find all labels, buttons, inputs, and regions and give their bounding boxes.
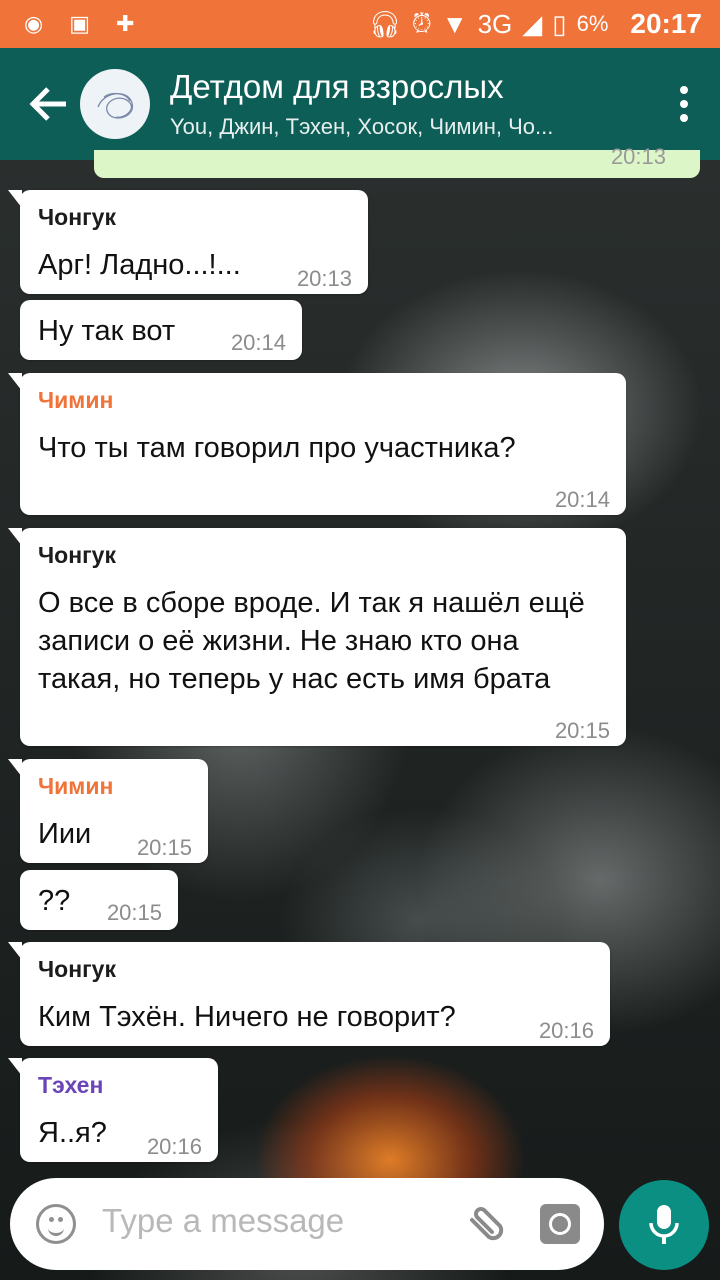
message-bubble[interactable]: Чонгук Ким Тэхён. Ничего не говорит? 20:…	[8, 942, 610, 1046]
chat-participants: You, Джин, Тэхен, Хосок, Чимин, Чо...	[170, 114, 554, 139]
more-vert-icon[interactable]	[680, 86, 690, 122]
message-text: Ким Тэхён. Ничего не говорит?	[38, 1001, 456, 1033]
message-text: Ну так вот	[38, 315, 176, 347]
message-sender: Чонгук	[38, 542, 116, 568]
group-avatar[interactable]	[80, 69, 150, 139]
message-bubble[interactable]: Чонгук О все в сборе вроде. И так я нашё…	[8, 528, 626, 746]
message-bubble[interactable]: Чонгук Арг! Ладно...!... 20:13	[8, 190, 368, 294]
outgoing-message-partial[interactable]: 20:13	[94, 144, 700, 178]
message-bubble[interactable]: Тэхен Я..я? 20:16	[8, 1058, 218, 1162]
message-sender: Чонгук	[38, 956, 116, 982]
message-bubble[interactable]: Ну так вот 20:14	[20, 300, 302, 360]
message-text: ??	[38, 885, 71, 917]
message-time: 20:14	[554, 487, 610, 512]
message-time: 20:14	[230, 330, 286, 355]
notification-icon: ◉	[24, 11, 44, 36]
message-time: 20:15	[136, 835, 192, 860]
message-sender: Чонгук	[38, 204, 116, 230]
signal-icon: ◢	[522, 8, 543, 39]
wifi-icon: ▼	[441, 8, 468, 39]
message-sender: Чимин	[38, 387, 114, 413]
message-time: 20:13	[296, 266, 352, 291]
message-text: Что ты там говорил про участника?	[38, 432, 516, 464]
gallery-icon: ▣	[69, 11, 90, 36]
message-bubble[interactable]: Чимин Иии 20:15	[8, 759, 208, 863]
camera-icon[interactable]	[540, 1204, 580, 1244]
message-text: Арг! Ладно...!...	[38, 249, 241, 281]
message-sender: Чимин	[38, 773, 114, 799]
message-input[interactable]: Type a message	[102, 1202, 344, 1240]
message-sender: Тэхен	[38, 1072, 104, 1098]
network-type: 3G	[477, 8, 513, 39]
message-text: О все в сборе вроде. И так я нашёл ещё з…	[38, 587, 585, 695]
message-time: 20:16	[538, 1018, 594, 1043]
headphones-icon: 🎧︎	[368, 8, 402, 39]
message-time: 20:16	[146, 1134, 202, 1159]
message-time: 20:15	[554, 718, 610, 743]
message-text: Я..я?	[38, 1117, 107, 1149]
mic-button[interactable]	[619, 1180, 709, 1270]
message-time: 20:15	[106, 900, 162, 925]
chat-title: Детдом для взрослых	[170, 68, 504, 105]
chat-title-block[interactable]: Детдом для взрослых You, Джин, Тэхен, Хо…	[170, 68, 640, 140]
status-time: 20:17	[630, 8, 702, 39]
message-bubble[interactable]: ?? 20:15	[20, 870, 178, 930]
status-bar: ◉ ▣ ✚ 🎧︎ ⏰︎ ▼ 3G ◢ ▯ 6% 20:17	[0, 0, 720, 48]
paperclip-icon[interactable]	[462, 1202, 506, 1246]
mic-icon	[649, 1205, 679, 1244]
arrow-back-icon[interactable]	[26, 81, 72, 127]
message-text: Иии	[38, 818, 92, 850]
battery-percent: 6%	[576, 11, 609, 36]
message-time: 20:13	[610, 144, 666, 169]
battery-icon: ▯	[552, 8, 567, 39]
message-composer[interactable]: Type a message	[10, 1178, 604, 1270]
alarm-icon: ⏰︎	[411, 8, 432, 38]
emoji-icon[interactable]	[36, 1204, 76, 1244]
battery-saver-icon: ✚	[116, 11, 135, 36]
message-bubble[interactable]: Чимин Что ты там говорил про участника? …	[8, 373, 626, 515]
